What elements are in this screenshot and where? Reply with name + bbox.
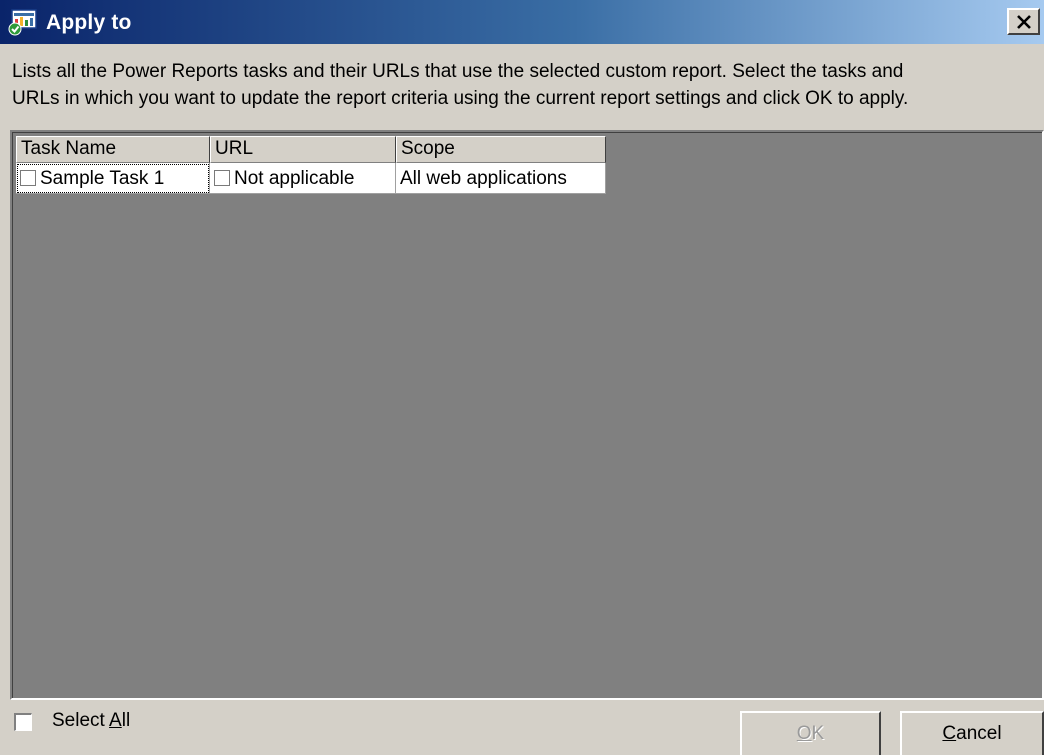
select-all-mnemonic: A — [109, 710, 122, 731]
close-icon — [1016, 14, 1031, 29]
url-cell[interactable]: Not applicable — [210, 163, 396, 194]
cancel-button[interactable]: Cancel — [900, 711, 1044, 755]
grid-header: Task Name URL Scope — [16, 136, 606, 163]
instructions-line-1: Lists all the Power Reports tasks and th… — [12, 61, 904, 82]
column-header-task-name[interactable]: Task Name — [16, 136, 210, 163]
select-all-label-prefix: Select — [52, 710, 110, 731]
select-all-label[interactable]: Select All — [52, 710, 130, 732]
tasks-grid[interactable]: Task Name URL Scope Sample Task 1 Not ap… — [10, 130, 1044, 700]
apply-to-dialog: Apply to Lists all the Power Reports tas… — [0, 0, 1044, 755]
column-header-scope[interactable]: Scope — [396, 136, 606, 163]
cancel-label-rest: ancel — [956, 723, 1002, 744]
select-all-label-suffix: ll — [121, 710, 131, 731]
ok-mnemonic: O — [796, 723, 812, 744]
url-checkbox[interactable] — [214, 170, 230, 186]
title-bar[interactable]: Apply to — [0, 0, 1044, 44]
table-row[interactable]: Sample Task 1 Not applicable All web app… — [16, 163, 606, 194]
scope-cell: All web applications — [396, 163, 606, 194]
ok-label-rest: K — [811, 723, 825, 744]
url-text: Not applicable — [234, 167, 355, 189]
instructions-line-2: URLs in which you want to update the rep… — [12, 88, 909, 109]
task-name-text: Sample Task 1 — [40, 167, 165, 189]
scope-text: All web applications — [400, 167, 567, 189]
close-button[interactable] — [1007, 8, 1040, 35]
dialog-title: Apply to — [46, 11, 132, 34]
ok-button[interactable]: OK — [740, 711, 881, 755]
select-all-checkbox[interactable] — [14, 713, 32, 731]
task-checkbox[interactable] — [20, 170, 36, 186]
apply-report-icon — [8, 9, 37, 36]
column-header-url[interactable]: URL — [210, 136, 396, 163]
cancel-mnemonic: C — [942, 723, 957, 744]
instructions-text: Lists all the Power Reports tasks and th… — [12, 58, 1037, 112]
task-name-cell[interactable]: Sample Task 1 — [16, 163, 210, 194]
